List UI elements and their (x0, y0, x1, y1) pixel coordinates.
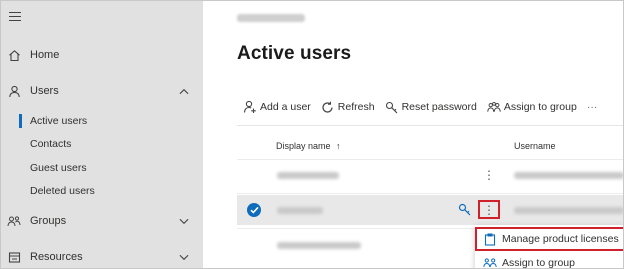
chevron-down-icon[interactable] (179, 252, 189, 262)
table-row[interactable]: ⋮ (237, 195, 623, 225)
sidebar-item-users[interactable]: Users (1, 79, 203, 103)
sidebar-subitem-label: Deleted users (30, 185, 95, 197)
row-context-menu: Manage product licenses Assign to group (475, 225, 623, 269)
add-user-icon (243, 100, 257, 114)
command-bar: Add a user Refresh Reset password Assign… (243, 97, 607, 117)
assign-group-icon (487, 100, 501, 114)
sidebar-subitem-label: Active users (30, 115, 88, 127)
chevron-up-icon[interactable] (179, 86, 189, 96)
home-icon (7, 48, 21, 62)
refresh-icon (321, 100, 335, 114)
resources-icon (7, 250, 21, 264)
username-redacted (514, 207, 623, 214)
hamburger-menu-icon[interactable] (9, 12, 21, 22)
sidebar-item-home[interactable]: Home (1, 43, 203, 67)
add-user-button[interactable]: Add a user (243, 100, 311, 114)
column-header-label: Display name (276, 141, 331, 151)
column-header-display-name[interactable]: Display name ↑ (276, 141, 341, 151)
row-selected-checkmark-icon[interactable] (247, 203, 261, 217)
reset-password-button[interactable]: Reset password (385, 100, 477, 114)
column-header-username[interactable]: Username (514, 141, 556, 151)
refresh-label: Refresh (337, 101, 375, 113)
add-user-label: Add a user (260, 101, 311, 113)
display-name-redacted (277, 172, 339, 179)
table-row[interactable]: ⋮ (237, 160, 623, 190)
assign-to-group-button[interactable]: Assign to group (487, 100, 577, 114)
sidebar: Home Users Active users Contacts Guest u… (1, 1, 203, 268)
groups-icon (7, 214, 21, 228)
manage-licenses-highlight (475, 227, 623, 251)
user-icon (7, 84, 21, 98)
row-more-actions-icon[interactable]: ⋮ (483, 167, 495, 183)
sidebar-item-label: Users (30, 85, 59, 97)
sidebar-item-resources[interactable]: Resources (1, 245, 203, 268)
sidebar-subitem-active-users[interactable]: Active users (1, 111, 203, 131)
username-redacted (514, 172, 623, 179)
sidebar-subitem-contacts[interactable]: Contacts (1, 134, 203, 154)
sidebar-item-label: Resources (30, 251, 83, 263)
more-commands-button[interactable]: ··· (587, 101, 598, 113)
divider (237, 125, 623, 126)
assign-to-group-label: Assign to group (503, 101, 577, 113)
display-name-redacted (277, 207, 323, 214)
sort-ascending-icon: ↑ (336, 141, 341, 151)
sidebar-item-label: Groups (30, 215, 67, 227)
sidebar-item-label: Home (30, 49, 60, 61)
refresh-button[interactable]: Refresh (321, 100, 375, 114)
admin-center-window: Home Users Active users Contacts Guest u… (0, 0, 624, 269)
menu-item-label: Assign to group (502, 257, 575, 269)
sidebar-subitem-label: Guest users (30, 162, 87, 174)
column-header-label: Username (514, 141, 556, 151)
sidebar-subitem-guest-users[interactable]: Guest users (1, 158, 203, 178)
sidebar-item-groups[interactable]: Groups (1, 209, 203, 233)
sidebar-subitem-deleted-users[interactable]: Deleted users (1, 181, 203, 201)
reset-password-label: Reset password (401, 101, 477, 113)
tenant-name-redacted (237, 14, 305, 22)
divider (237, 193, 623, 194)
more-commands-label: ··· (586, 101, 598, 113)
chevron-down-icon[interactable] (179, 216, 189, 226)
menu-item-assign-to-group[interactable]: Assign to group (475, 253, 623, 269)
page-title: Active users (237, 43, 352, 64)
more-actions-highlight (478, 200, 500, 219)
reset-password-key-icon[interactable] (458, 203, 472, 217)
display-name-redacted (277, 242, 361, 249)
sidebar-subitem-label: Contacts (30, 138, 72, 150)
assign-group-icon (483, 256, 497, 268)
key-icon (385, 100, 399, 114)
main-panel: Active users Add a user Refresh Reset pa… (203, 1, 623, 269)
